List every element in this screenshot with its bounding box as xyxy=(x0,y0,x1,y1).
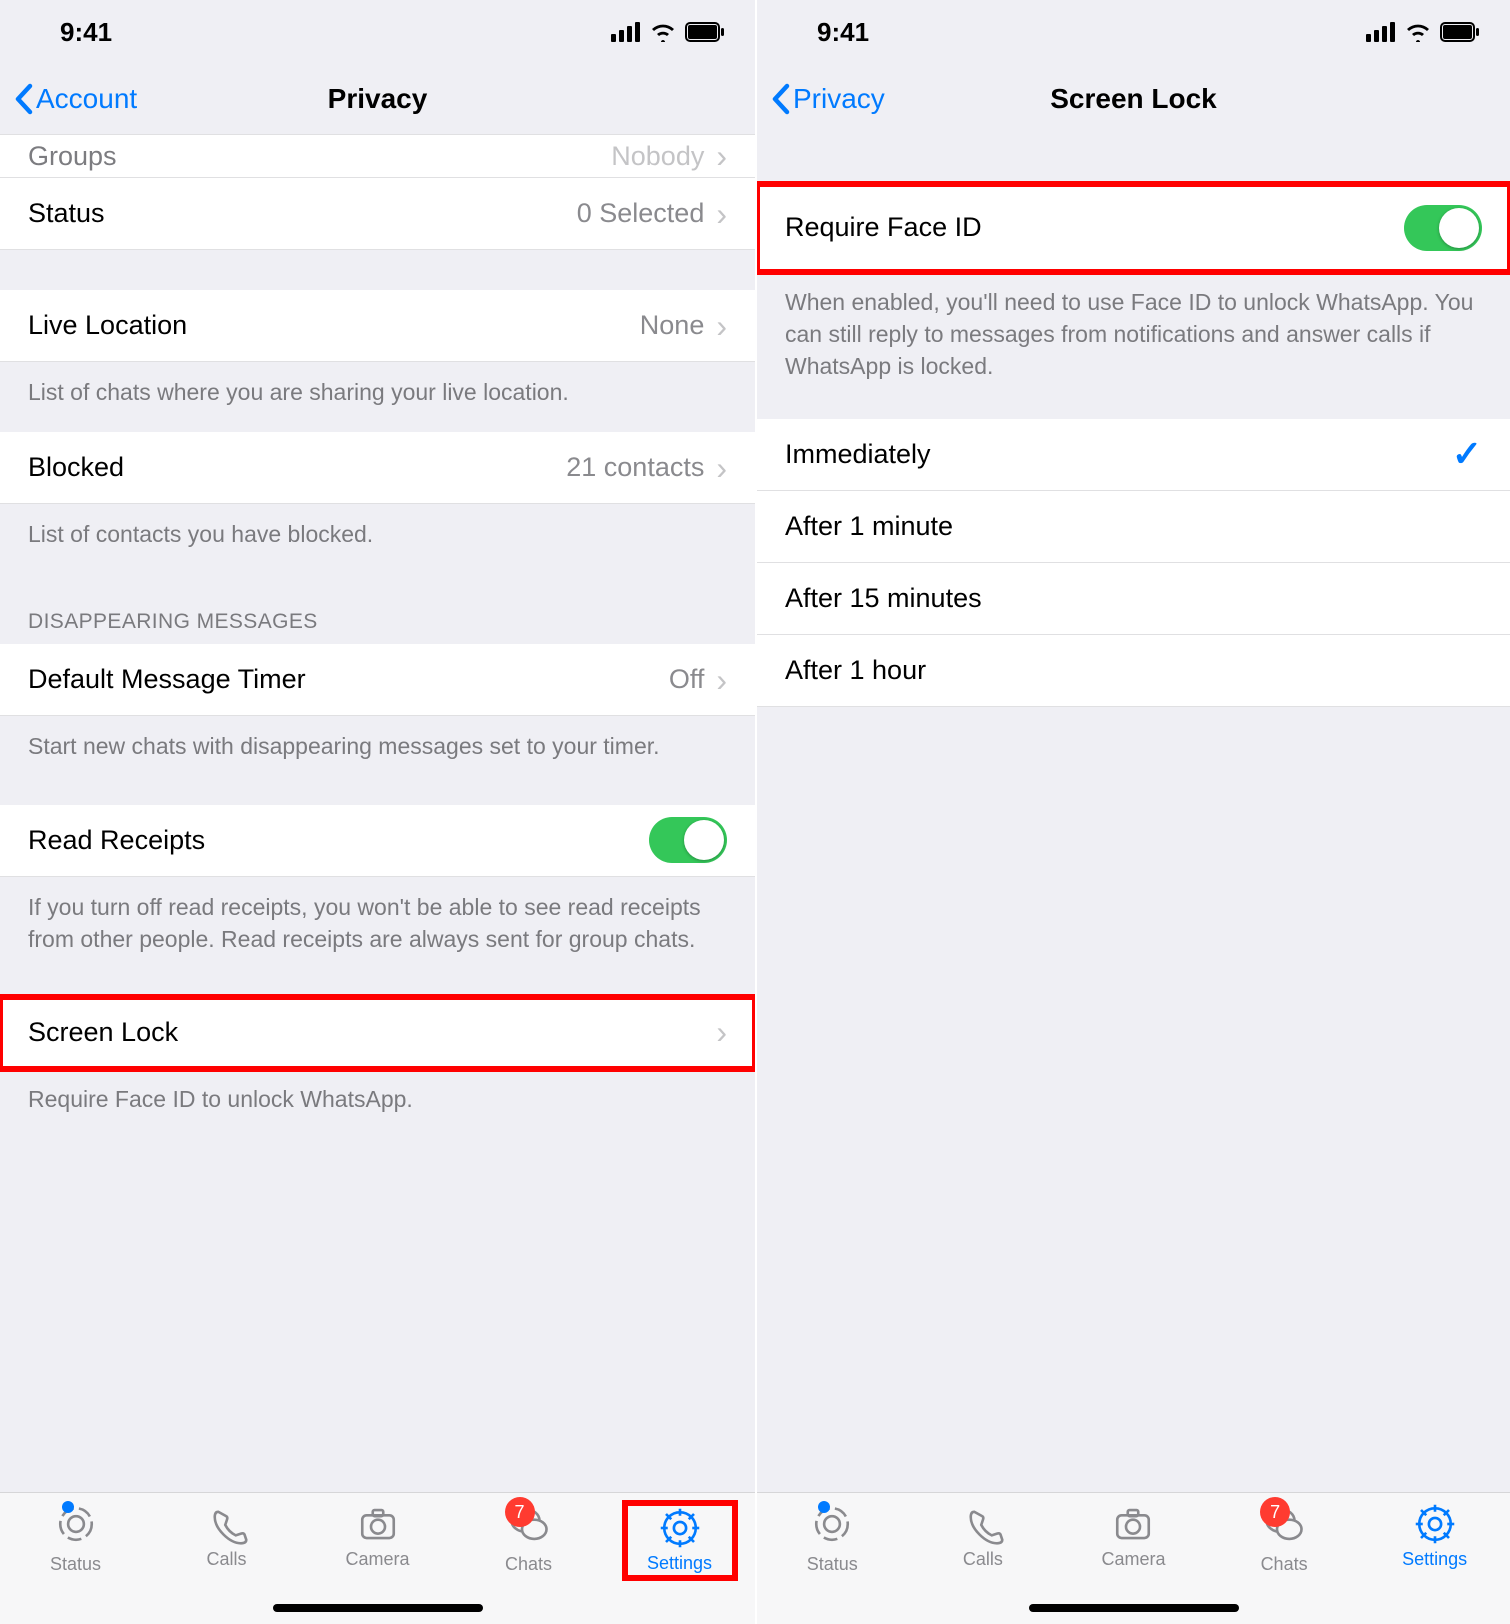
row-value: Nobody› xyxy=(611,140,727,172)
tab-bar: Status Calls Camera 7 Chats Settings xyxy=(0,1492,755,1624)
status-dot-icon xyxy=(62,1501,74,1513)
tab-label: Settings xyxy=(1402,1549,1467,1570)
tab-label: Settings xyxy=(647,1553,712,1574)
tab-camera[interactable]: Camera xyxy=(1078,1503,1188,1570)
row-label: Status xyxy=(28,198,105,229)
tab-bar: Status Calls Camera 7 Chats Settings xyxy=(757,1492,1510,1624)
tab-label: Camera xyxy=(1101,1549,1165,1570)
content: Require Face ID When enabled, you'll nee… xyxy=(757,134,1510,1492)
row-label: Require Face ID xyxy=(785,212,982,243)
option-label: After 1 hour xyxy=(785,655,926,686)
tab-calls[interactable]: Calls xyxy=(172,1503,282,1570)
tab-camera[interactable]: Camera xyxy=(323,1503,433,1570)
row-require-faceid[interactable]: Require Face ID xyxy=(757,184,1510,272)
row-value: 0 Selected› xyxy=(577,198,727,230)
privacy-screen: 9:41 Account Privacy Groups Nobody› Stat… xyxy=(0,0,755,1624)
status-time: 9:41 xyxy=(817,17,869,48)
option-15min[interactable]: After 15 minutes xyxy=(757,563,1510,635)
row-groups[interactable]: Groups Nobody› xyxy=(0,134,755,178)
cellular-icon xyxy=(1366,22,1396,42)
row-label: Groups xyxy=(28,141,117,172)
checkmark-icon: ✓ xyxy=(1452,433,1482,475)
home-indicator[interactable] xyxy=(1029,1604,1239,1612)
back-label: Privacy xyxy=(793,83,885,115)
row-label: Default Message Timer xyxy=(28,664,306,695)
chevron-right-icon: › xyxy=(716,664,727,696)
section-disappearing: Disappearing Messages xyxy=(0,574,755,644)
status-bar: 9:41 xyxy=(0,0,755,64)
chevron-right-icon: › xyxy=(716,198,727,230)
page-title: Privacy xyxy=(328,83,428,115)
back-button[interactable]: Privacy xyxy=(769,82,885,116)
row-label: Live Location xyxy=(28,310,187,341)
tab-calls[interactable]: Calls xyxy=(928,1503,1038,1570)
chevron-right-icon: › xyxy=(716,140,727,172)
screen-lock-screen: 9:41 Privacy Screen Lock Require Face ID… xyxy=(755,0,1510,1624)
tab-chats[interactable]: 7 Chats xyxy=(1229,1503,1339,1575)
option-label: After 1 minute xyxy=(785,511,953,542)
status-icons xyxy=(1366,22,1480,42)
status-time: 9:41 xyxy=(60,17,112,48)
row-value: None› xyxy=(640,310,727,342)
tab-status[interactable]: Status xyxy=(21,1503,131,1575)
tab-label: Status xyxy=(50,1554,101,1575)
option-label: Immediately xyxy=(785,439,931,470)
battery-icon xyxy=(1440,22,1480,42)
footer-timer: Start new chats with disappearing messag… xyxy=(0,716,755,786)
row-value: 21 contacts› xyxy=(566,452,727,484)
footer-faceid: When enabled, you'll need to use Face ID… xyxy=(757,272,1510,407)
chats-badge: 7 xyxy=(1260,1497,1290,1527)
back-button[interactable]: Account xyxy=(12,82,137,116)
status-bar: 9:41 xyxy=(757,0,1510,64)
wifi-icon xyxy=(649,22,677,42)
tab-label: Calls xyxy=(963,1549,1003,1570)
footer-read-receipts: If you turn off read receipts, you won't… xyxy=(0,877,755,979)
read-receipts-toggle[interactable] xyxy=(649,817,727,863)
chevron-right-icon: › xyxy=(716,1016,727,1048)
chevron-right-icon: › xyxy=(716,310,727,342)
footer-live-location: List of chats where you are sharing your… xyxy=(0,362,755,432)
chevron-left-icon xyxy=(769,82,791,116)
footer-screen-lock: Require Face ID to unlock WhatsApp. xyxy=(0,1069,755,1139)
row-live-location[interactable]: Live Location None› xyxy=(0,290,755,362)
status-icons xyxy=(611,22,725,42)
row-blocked[interactable]: Blocked 21 contacts› xyxy=(0,432,755,504)
home-indicator[interactable] xyxy=(273,1604,483,1612)
row-default-timer[interactable]: Default Message Timer Off› xyxy=(0,644,755,716)
footer-blocked: List of contacts you have blocked. xyxy=(0,504,755,574)
row-label: Screen Lock xyxy=(28,1017,178,1048)
tab-status[interactable]: Status xyxy=(777,1503,887,1575)
battery-icon xyxy=(685,22,725,42)
nav-header: Privacy Screen Lock xyxy=(757,64,1510,134)
tab-settings[interactable]: Settings xyxy=(1380,1503,1490,1570)
row-screen-lock[interactable]: Screen Lock › xyxy=(0,997,755,1069)
wifi-icon xyxy=(1404,22,1432,42)
tab-chats[interactable]: 7 Chats xyxy=(474,1503,584,1575)
tab-label: Status xyxy=(807,1554,858,1575)
nav-header: Account Privacy xyxy=(0,64,755,134)
back-label: Account xyxy=(36,83,137,115)
chevron-left-icon xyxy=(12,82,34,116)
row-value: Off› xyxy=(669,664,727,696)
tab-label: Calls xyxy=(206,1549,246,1570)
option-label: After 15 minutes xyxy=(785,583,982,614)
option-1min[interactable]: After 1 minute xyxy=(757,491,1510,563)
chats-badge: 7 xyxy=(505,1497,535,1527)
tab-label: Chats xyxy=(1261,1554,1308,1575)
tab-label: Chats xyxy=(505,1554,552,1575)
option-1hour[interactable]: After 1 hour xyxy=(757,635,1510,707)
cellular-icon xyxy=(611,22,641,42)
row-read-receipts[interactable]: Read Receipts xyxy=(0,805,755,877)
tab-label: Camera xyxy=(345,1549,409,1570)
content: Groups Nobody› Status 0 Selected› Live L… xyxy=(0,134,755,1492)
option-immediately[interactable]: Immediately ✓ xyxy=(757,419,1510,491)
page-title: Screen Lock xyxy=(1050,83,1217,115)
tab-settings[interactable]: Settings xyxy=(625,1503,735,1578)
row-label: Read Receipts xyxy=(28,825,205,856)
chevron-right-icon: › xyxy=(716,452,727,484)
row-status[interactable]: Status 0 Selected› xyxy=(0,178,755,250)
faceid-toggle[interactable] xyxy=(1404,205,1482,251)
row-label: Blocked xyxy=(28,452,124,483)
